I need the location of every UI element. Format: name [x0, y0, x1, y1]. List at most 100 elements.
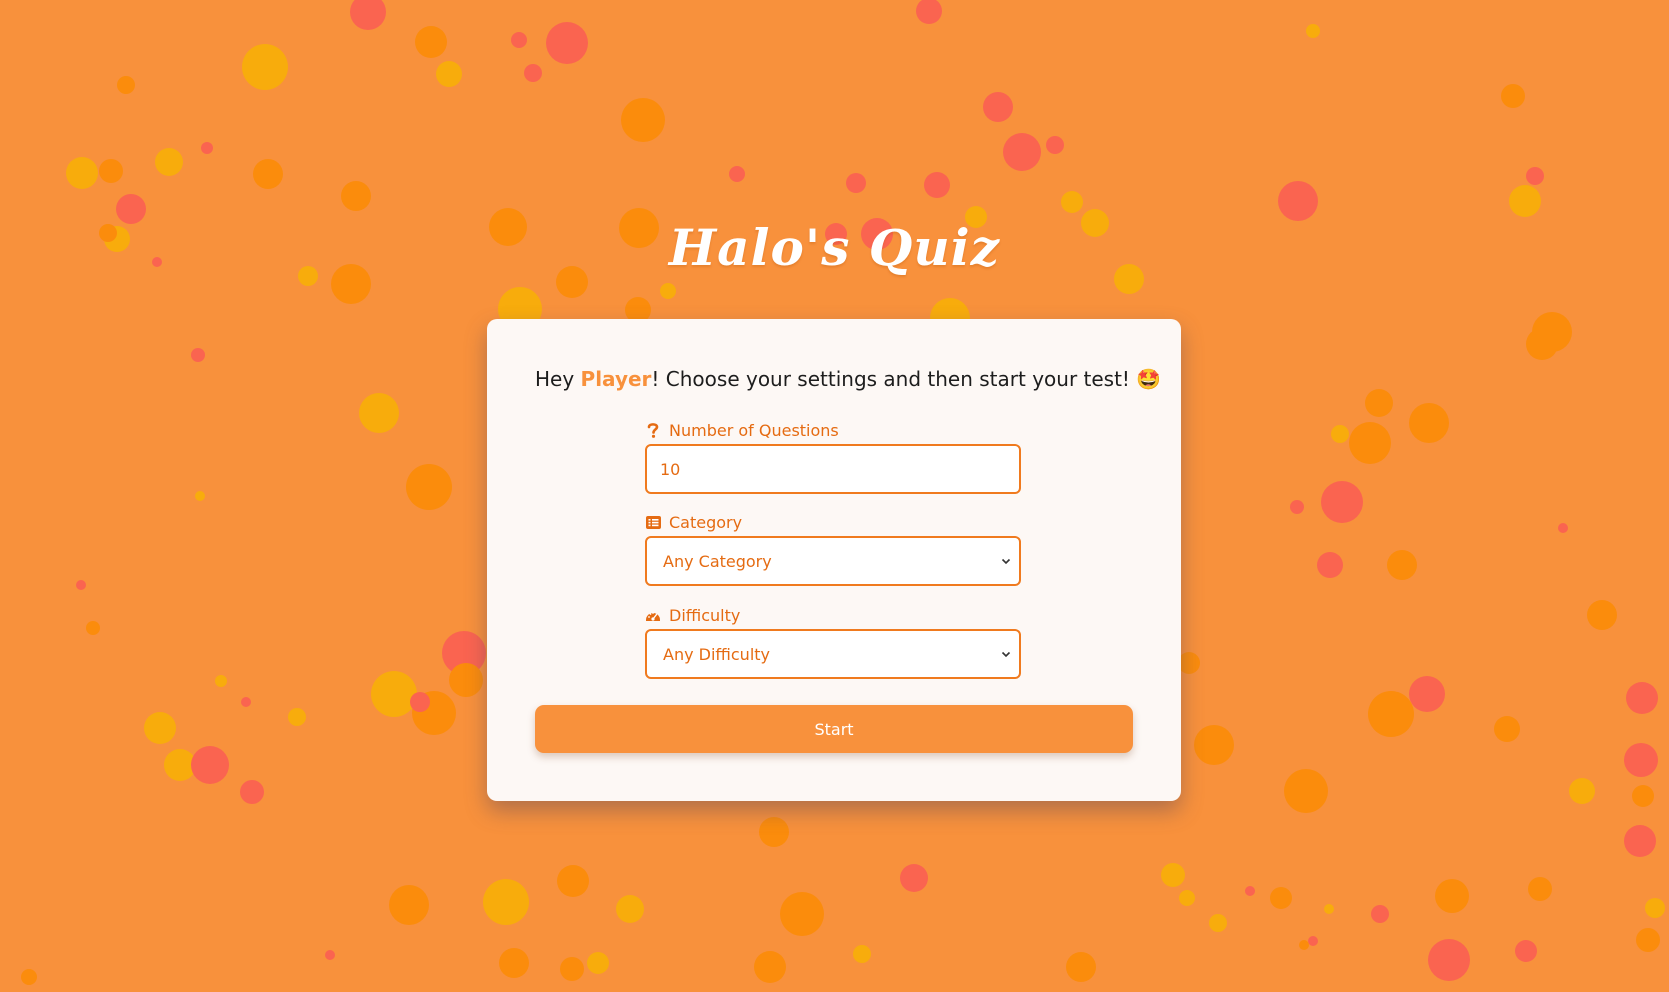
background-bubble	[1046, 136, 1064, 154]
background-bubble	[1324, 904, 1334, 914]
category-select[interactable]: Any Category	[645, 536, 1021, 586]
background-bubble	[191, 348, 205, 362]
questions-field: Number of Questions 10	[645, 419, 1021, 494]
background-bubble	[759, 817, 789, 847]
gauge-icon	[645, 607, 661, 623]
background-bubble	[1526, 328, 1558, 360]
background-bubble	[242, 44, 288, 90]
background-bubble	[449, 663, 483, 697]
questions-input-value: 10	[660, 459, 681, 479]
background-bubble	[1365, 389, 1393, 417]
background-bubble	[1349, 422, 1391, 464]
background-bubble	[1066, 952, 1096, 982]
background-bubble	[1209, 914, 1227, 932]
background-bubble	[76, 580, 86, 590]
background-bubble	[780, 892, 824, 936]
background-bubble	[66, 157, 98, 189]
background-bubble	[616, 895, 644, 923]
background-bubble	[86, 621, 100, 635]
background-bubble	[195, 491, 205, 501]
background-bubble	[1321, 481, 1363, 523]
background-bubble	[155, 148, 183, 176]
category-field: Category Any Category	[645, 511, 1021, 586]
background-bubble	[1569, 778, 1595, 804]
background-bubble	[1371, 905, 1389, 923]
greeting-suffix: ! Choose your settings and then start yo…	[651, 367, 1162, 391]
background-bubble	[983, 92, 1013, 122]
background-bubble	[557, 865, 589, 897]
difficulty-label: Difficulty	[645, 604, 1021, 626]
background-bubble	[560, 957, 584, 981]
background-bubble	[1308, 936, 1318, 946]
background-bubble	[1306, 24, 1320, 38]
background-bubble	[21, 969, 37, 985]
background-bubble	[1284, 769, 1328, 813]
background-bubble	[389, 885, 429, 925]
background-bubble	[241, 697, 251, 707]
question-icon	[645, 422, 661, 438]
background-bubble	[1161, 863, 1185, 887]
background-bubble	[253, 159, 283, 189]
background-bubble	[483, 879, 529, 925]
questions-input[interactable]: 10	[645, 444, 1021, 494]
settings-card: Hey Player! Choose your settings and the…	[487, 319, 1181, 801]
background-bubble	[846, 173, 866, 193]
background-bubble	[1526, 167, 1544, 185]
background-bubble	[524, 64, 542, 82]
background-bubble	[916, 0, 942, 24]
background-bubble	[1278, 181, 1318, 221]
background-bubble	[1290, 500, 1304, 514]
background-bubble	[1409, 403, 1449, 443]
background-bubble	[1428, 939, 1470, 981]
background-bubble	[1331, 425, 1349, 443]
background-bubble	[1624, 825, 1656, 857]
background-bubble	[1270, 887, 1292, 909]
background-bubble	[1624, 743, 1658, 777]
background-bubble	[587, 952, 609, 974]
background-bubble	[1317, 552, 1343, 578]
background-bubble	[1515, 940, 1537, 962]
background-bubble	[1299, 940, 1309, 950]
background-bubble	[1645, 898, 1665, 918]
background-bubble	[546, 22, 588, 64]
background-bubble	[1368, 691, 1414, 737]
background-bubble	[900, 864, 928, 892]
app-title: Halo's Quiz	[668, 218, 1001, 277]
background-bubble	[191, 746, 229, 784]
background-bubble	[1528, 877, 1552, 901]
background-bubble	[341, 181, 371, 211]
background-bubble	[1387, 550, 1417, 580]
background-bubble	[754, 951, 786, 983]
background-bubble	[511, 32, 527, 48]
background-bubble	[436, 61, 462, 87]
background-bubble	[660, 283, 676, 299]
background-bubble	[729, 166, 745, 182]
background-bubble	[325, 950, 335, 960]
background-bubble	[406, 464, 452, 510]
start-button[interactable]: Start	[535, 705, 1133, 753]
background-bubble	[621, 98, 665, 142]
background-bubble	[1632, 785, 1654, 807]
background-bubble	[1245, 886, 1255, 896]
category-label: Category	[645, 511, 1021, 533]
background-bubble	[240, 780, 264, 804]
background-bubble	[144, 712, 176, 744]
category-label-text: Category	[669, 512, 743, 532]
list-icon	[645, 514, 661, 530]
background-bubble	[201, 142, 213, 154]
background-bubble	[415, 26, 447, 58]
background-bubble	[410, 692, 430, 712]
difficulty-select[interactable]: Any Difficulty	[645, 629, 1021, 679]
questions-label-text: Number of Questions	[669, 420, 839, 440]
difficulty-field: Difficulty Any Difficulty	[645, 604, 1021, 679]
background-bubble	[1435, 879, 1469, 913]
background-bubble	[1587, 600, 1617, 630]
background-bubble	[359, 393, 399, 433]
background-bubble	[1179, 890, 1195, 906]
background-bubble	[1558, 523, 1568, 533]
background-bubble	[99, 159, 123, 183]
background-bubble	[1194, 725, 1234, 765]
greeting-prefix: Hey	[535, 367, 581, 391]
chevron-down-icon	[1001, 649, 1011, 659]
background-bubble	[1061, 191, 1083, 213]
